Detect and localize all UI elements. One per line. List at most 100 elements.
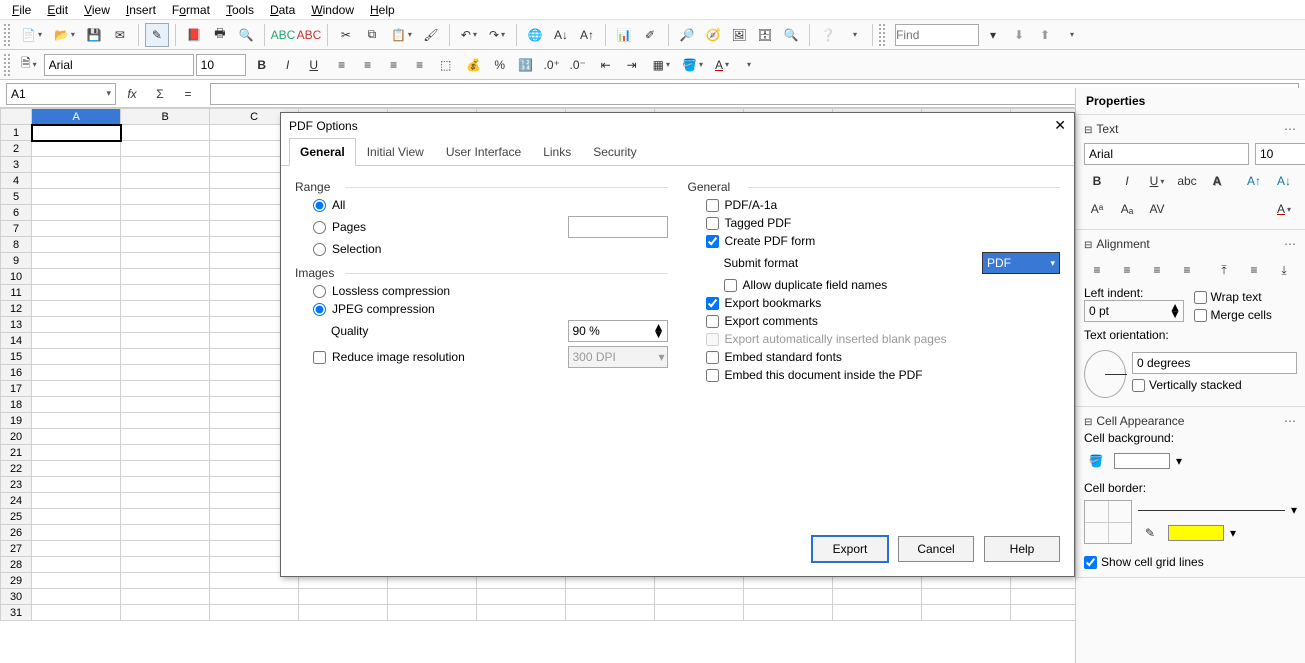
menu-window[interactable]: Window [303, 1, 362, 19]
open-button[interactable]: 📂 [49, 23, 80, 47]
hyperlink-button[interactable]: 🌐 [523, 23, 547, 47]
export-button[interactable]: Export [812, 536, 888, 562]
row-header[interactable]: 29 [1, 573, 32, 589]
underline-button[interactable]: U [1144, 169, 1170, 193]
preview-button[interactable]: 🔍 [234, 23, 258, 47]
tab-security[interactable]: Security [582, 138, 647, 165]
pdfa-checkbox[interactable] [706, 199, 719, 212]
row-header[interactable]: 21 [1, 445, 32, 461]
row-header[interactable]: 24 [1, 493, 32, 509]
bg-color-swatch[interactable] [1114, 453, 1170, 469]
row-header[interactable]: 31 [1, 605, 32, 621]
row-header[interactable]: 15 [1, 349, 32, 365]
menu-format[interactable]: Format [164, 1, 218, 19]
jpeg-radio[interactable] [313, 303, 326, 316]
dropdown-icon[interactable]: ▾ [1230, 526, 1236, 540]
menu-insert[interactable]: Insert [118, 1, 164, 19]
row-header[interactable]: 5 [1, 189, 32, 205]
autocheck-button[interactable]: ABC [297, 23, 321, 47]
row-header[interactable]: 30 [1, 589, 32, 605]
valign-top-button[interactable]: ⤒ [1211, 258, 1237, 282]
styles-button[interactable]: 🗎 [16, 53, 42, 77]
row-header[interactable]: 28 [1, 557, 32, 573]
format-paint-button[interactable]: 🖌 [419, 23, 443, 47]
col-header-b[interactable]: B [121, 109, 210, 125]
navigator-button[interactable]: 🧭 [701, 23, 725, 47]
shadow-button[interactable]: A [1204, 169, 1230, 193]
shrink-font-button[interactable]: A↓ [1271, 169, 1297, 193]
row-header[interactable]: 27 [1, 541, 32, 557]
row-header[interactable]: 4 [1, 173, 32, 189]
superscript-button[interactable]: Aᵃ [1084, 197, 1110, 221]
collapse-icon[interactable]: ⊟ [1084, 417, 1092, 428]
sidebar-font-name[interactable] [1084, 143, 1249, 165]
toolbar-overflow[interactable] [842, 23, 866, 47]
datasources-button[interactable]: 🗄 [753, 23, 777, 47]
row-header[interactable]: 16 [1, 365, 32, 381]
wrap-text-checkbox[interactable] [1194, 291, 1207, 304]
cell-reference-box[interactable]: A1 [6, 83, 116, 105]
find-next-button[interactable]: ⬇ [1007, 23, 1031, 47]
dpi-combo[interactable]: 300 DPI▾ [568, 346, 668, 368]
show-gridlines-checkbox[interactable] [1084, 556, 1097, 569]
fontcolor-button[interactable]: A [710, 53, 734, 77]
row-header[interactable]: 11 [1, 285, 32, 301]
percent-button[interactable]: % [488, 53, 512, 77]
collapse-icon[interactable]: ⊟ [1084, 125, 1092, 136]
comments-checkbox[interactable] [706, 315, 719, 328]
dec-indent-button[interactable]: ⇤ [594, 53, 618, 77]
menu-file[interactable]: File [4, 1, 39, 19]
valign-mid-button[interactable]: ≡ [1241, 258, 1267, 282]
more-icon[interactable]: ⋯ [1284, 237, 1297, 251]
find-prev-button[interactable]: ⬆ [1033, 23, 1057, 47]
cancel-button[interactable]: Cancel [898, 536, 974, 562]
italic-button[interactable]: I [1114, 169, 1140, 193]
row-header[interactable]: 13 [1, 317, 32, 333]
bgcolor-button[interactable]: 🪣 [677, 53, 708, 77]
range-all-radio[interactable] [313, 199, 326, 212]
align-left-button[interactable]: ≡ [1084, 258, 1110, 282]
tagged-checkbox[interactable] [706, 217, 719, 230]
sidebar-font-size[interactable] [1255, 143, 1305, 165]
menu-help[interactable]: Help [362, 1, 403, 19]
row-header[interactable]: 9 [1, 253, 32, 269]
quality-input[interactable]: 90 %▲▼ [568, 320, 668, 342]
col-header-a[interactable]: A [32, 109, 121, 125]
align-left-button[interactable]: ≡ [330, 53, 354, 77]
italic-button[interactable]: I [276, 53, 300, 77]
dropdown-icon[interactable]: ▾ [1291, 503, 1297, 517]
menu-data[interactable]: Data [262, 1, 303, 19]
save-button[interactable]: 💾 [82, 23, 106, 47]
submit-format-combo[interactable]: PDF▾ [982, 252, 1060, 274]
pencil-icon[interactable]: ✎ [1138, 521, 1162, 545]
copy-button[interactable]: ⧉ [360, 23, 384, 47]
dropdown-icon[interactable]: ▾ [1176, 454, 1182, 468]
row-header[interactable]: 26 [1, 525, 32, 541]
subscript-button[interactable]: Aₐ [1114, 197, 1140, 221]
standard-format-button[interactable]: 🔢 [514, 53, 538, 77]
row-header[interactable]: 10 [1, 269, 32, 285]
cell[interactable] [121, 125, 210, 141]
align-right-button[interactable]: ≡ [1144, 258, 1170, 282]
sort-desc-button[interactable]: A↑ [575, 23, 599, 47]
merge-cells-button[interactable]: ⬚ [434, 53, 458, 77]
cut-button[interactable]: ✂ [334, 23, 358, 47]
underline-button[interactable]: U [302, 53, 326, 77]
close-icon[interactable]: ✕ [1054, 117, 1066, 134]
help-button[interactable]: Help [984, 536, 1060, 562]
row-header[interactable]: 18 [1, 397, 32, 413]
embed-doc-checkbox[interactable] [706, 369, 719, 382]
sum-button[interactable]: Σ [148, 82, 172, 106]
new-doc-button[interactable]: 📄 [16, 23, 47, 47]
row-header[interactable]: 25 [1, 509, 32, 525]
row-header[interactable]: 20 [1, 429, 32, 445]
menu-tools[interactable]: Tools [218, 1, 262, 19]
vertical-stack-checkbox[interactable] [1132, 379, 1145, 392]
line-color-swatch[interactable] [1168, 525, 1224, 541]
row-header[interactable]: 1 [1, 125, 32, 141]
allow-dup-checkbox[interactable] [724, 279, 737, 292]
reduce-resolution-checkbox[interactable] [313, 351, 326, 364]
chart-button[interactable]: 📊 [612, 23, 636, 47]
lossless-radio[interactable] [313, 285, 326, 298]
grow-font-button[interactable]: A↑ [1241, 169, 1267, 193]
